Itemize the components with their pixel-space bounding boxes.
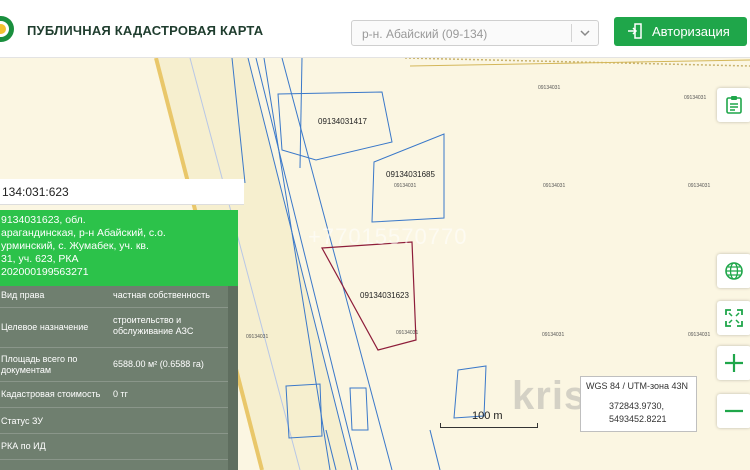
logo-icon	[0, 16, 14, 42]
parcel-label-selected[interactable]: 09134031623	[360, 291, 409, 300]
search-input-value: 134:031:623	[2, 185, 69, 199]
zoom-in-button[interactable]	[717, 346, 750, 380]
table-row: РКА по ИД	[0, 434, 238, 460]
globe-icon	[725, 262, 743, 280]
plus-icon	[725, 354, 743, 372]
row-key: Целевое назначение	[1, 322, 89, 332]
row-key: Статус ЗУ	[1, 416, 44, 426]
table-row: Целевое назначение строительство и обслу…	[0, 308, 238, 348]
parcel-label[interactable]: 09134031417	[318, 117, 367, 126]
info-line: 31, уч. 623, РКА	[1, 253, 79, 265]
parcel-tiny-label: 09134031	[684, 95, 707, 101]
app-title: ПУБЛИЧНАЯ КАДАСТРОВАЯ КАРТА	[27, 23, 264, 38]
info-line: урминский, с. Жумабек, уч. кв.	[1, 240, 149, 252]
scale-bar-line	[440, 423, 538, 428]
cadastral-search-input[interactable]: 134:031:623	[0, 179, 244, 205]
fullscreen-button[interactable]	[717, 301, 750, 335]
row-key: РКА по ИД	[1, 441, 46, 451]
minus-icon	[725, 409, 743, 413]
parcel-tiny-label: 09134031	[688, 183, 711, 189]
document-list-button[interactable]	[717, 88, 750, 122]
row-key: Кадастровая стоимость	[1, 389, 101, 399]
info-line: 202000199563271	[1, 266, 89, 278]
parcel-tiny-label: 09134031	[543, 183, 566, 189]
row-value: строительство и обслуживание АЗС	[113, 315, 194, 336]
login-button-label: Авторизация	[652, 24, 730, 39]
phone-watermark: +77015570770	[308, 224, 468, 249]
login-icon	[628, 23, 642, 39]
table-row: Площадь всего по документам 6588.00 м² (…	[0, 348, 238, 382]
region-select-value: р-н. Абайский (09-134)	[362, 27, 488, 41]
scale-label: 100 m	[472, 410, 503, 422]
coordinates-panel: WGS 84 / UTM-зона 43N 372843.9730, 54934…	[580, 376, 697, 432]
zoom-out-button[interactable]	[717, 394, 750, 428]
coord-y: 5493452.8221	[609, 414, 667, 424]
row-key: Вид права	[1, 290, 45, 300]
region-select[interactable]: р-н. Абайский (09-134)	[351, 20, 599, 46]
parcel-tiny-label: 09134031	[542, 332, 565, 338]
row-value: 0 тг	[113, 389, 128, 399]
parcel-sublabel: 09134031	[394, 183, 417, 189]
layers-globe-button[interactable]	[717, 254, 750, 288]
parcel-tiny-label: 09134031	[538, 85, 561, 91]
info-line: 9134031623, обл.	[1, 214, 86, 226]
row-key: Площадь всего по документам	[1, 354, 78, 375]
app-header: ПУБЛИЧНАЯ КАДАСТРОВАЯ КАРТА р-н. Абайски…	[0, 0, 750, 58]
row-value: 6588.00 м² (0.6588 га)	[113, 359, 204, 369]
parcel-label[interactable]: 09134031685	[386, 170, 435, 179]
table-row: Статус ЗУ	[0, 408, 238, 434]
row-value: частная собственность	[113, 290, 210, 300]
info-line: арагандинская, р-н Абайский, с.о.	[1, 227, 166, 239]
parcel-tiny-label: 09134031	[246, 334, 269, 340]
table-row: Вид права частная собственность	[0, 286, 238, 308]
select-divider	[571, 24, 572, 42]
fullscreen-icon	[725, 309, 743, 327]
parcel-sublabel: 09134031	[396, 330, 419, 336]
parcel-tiny-label: 09134031	[688, 332, 711, 338]
map-scale-bar: 100 m	[440, 410, 538, 428]
chevron-down-icon[interactable]	[578, 26, 592, 40]
coord-x: 372843.9730,	[609, 401, 665, 411]
panel-scroll-edge[interactable]	[228, 286, 238, 470]
table-row: Кадастровая стоимость 0 тг	[0, 382, 238, 408]
login-button[interactable]: Авторизация	[614, 17, 747, 46]
crs-label: WGS 84 / UTM-зона 43N	[586, 381, 689, 391]
parcel-info-header: 9134031623, обл. арагандинская, р-н Абай…	[0, 210, 238, 286]
document-list-icon	[726, 96, 742, 114]
parcel-attributes-table: Вид права частная собственность Целевое …	[0, 286, 238, 470]
